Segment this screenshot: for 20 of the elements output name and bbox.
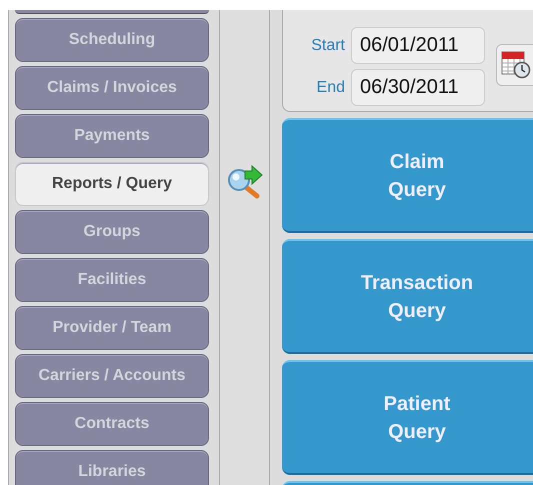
- calendar-clock-icon: [501, 49, 531, 79]
- query-button[interactable]: Claim Query: [282, 118, 533, 233]
- menu-button[interactable]: Reports / Query: [15, 162, 209, 206]
- menu-button[interactable]: Libraries: [15, 450, 209, 485]
- query-button[interactable]: Transaction Query: [282, 239, 533, 354]
- search-arrow-icon[interactable]: [226, 165, 262, 199]
- menu-button[interactable]: Contracts: [15, 402, 209, 446]
- menu-button[interactable]: Facilities: [15, 258, 209, 302]
- menu-button[interactable]: Provider / Team: [15, 306, 209, 350]
- query-button[interactable]: Patient Query: [282, 360, 533, 475]
- calendar-button[interactable]: [496, 44, 533, 86]
- end-label: End: [316, 78, 345, 96]
- menu-button[interactable]: Claims / Invoices: [15, 66, 209, 110]
- start-label: Start: [310, 36, 345, 54]
- menu-button[interactable]: Payments: [15, 114, 209, 158]
- menu-button[interactable]: Scheduling: [15, 18, 209, 62]
- menu-button[interactable]: Carriers / Accounts: [15, 354, 209, 398]
- end-date-field[interactable]: 06/30/2011: [351, 69, 485, 106]
- menu-button[interactable]: Groups: [15, 210, 209, 254]
- start-date-field[interactable]: 06/01/2011: [351, 27, 485, 64]
